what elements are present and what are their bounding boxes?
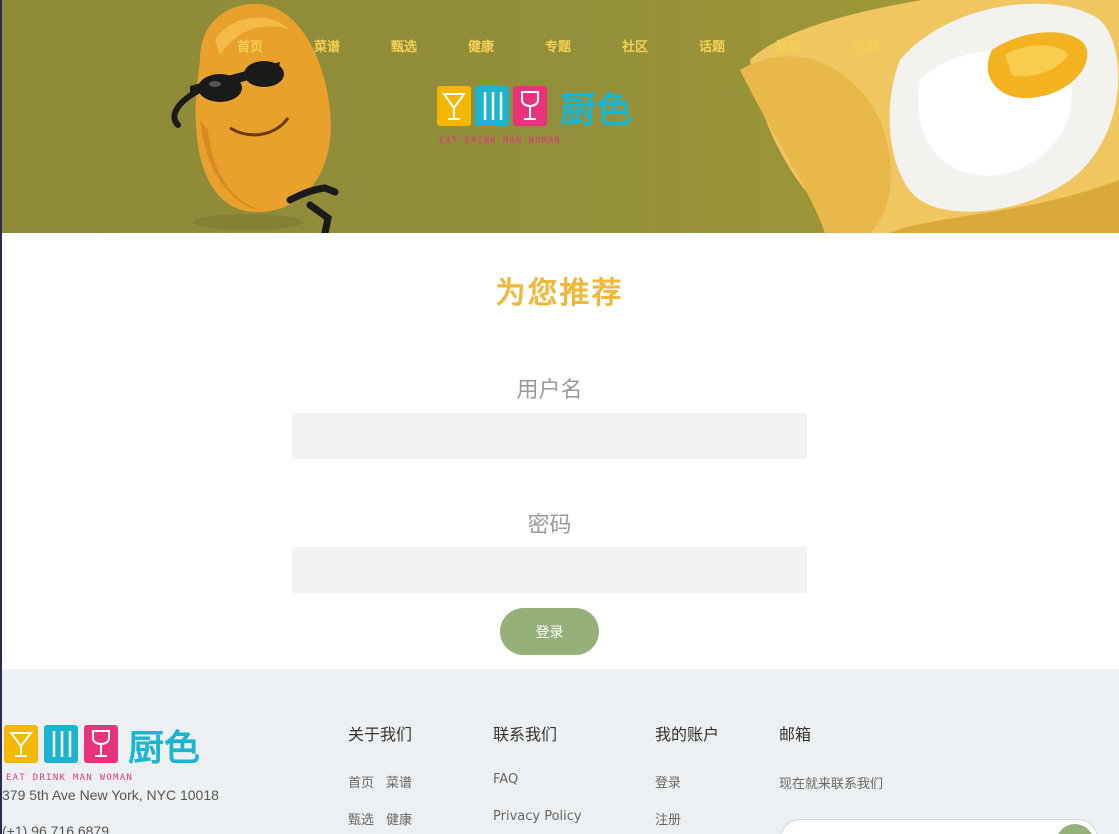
- footer-link-faq[interactable]: FAQ: [493, 772, 518, 787]
- nav-home[interactable]: 首页: [237, 36, 263, 55]
- cocktail-icon: [4, 725, 38, 763]
- login-submit-button[interactable]: 登录: [500, 608, 599, 655]
- page-left-border: [0, 0, 2, 834]
- svg-text:厨色: 厨色: [560, 90, 632, 131]
- username-label: 用户名: [516, 378, 583, 403]
- footer-account-heading: 我的账户: [655, 725, 720, 744]
- footer-link-health[interactable]: 健康: [386, 809, 412, 828]
- nav-topics[interactable]: 专题: [545, 36, 571, 55]
- svg-text:EAT DRINK MAN WOMAN: EAT DRINK MAN WOMAN: [439, 136, 561, 146]
- footer-email-input[interactable]: [780, 819, 1098, 834]
- svg-text:EAT DRINK MAN WOMAN: EAT DRINK MAN WOMAN: [6, 773, 133, 783]
- footer-link-register[interactable]: 注册: [655, 809, 681, 828]
- nav-recipes[interactable]: 菜谱: [314, 36, 340, 55]
- footer-link-privacy[interactable]: Privacy Policy: [493, 809, 582, 824]
- site-logo[interactable]: 厨色 EAT DRINK MAN WOMAN: [437, 86, 642, 146]
- footer-about-heading: 关于我们: [348, 725, 413, 744]
- nav-selection[interactable]: 甄选: [391, 36, 417, 55]
- nav-register[interactable]: 注册: [853, 36, 879, 55]
- footer-mail-subtext: 现在就来联系我们: [779, 777, 884, 792]
- footer-address: 379 5th Ave New York, NYC 10018: [2, 787, 219, 803]
- crepe-roll-image: [740, 0, 1119, 233]
- site-footer: 厨色 EAT DRINK MAN WOMAN 379 5th Ave New Y…: [0, 669, 1119, 834]
- username-input[interactable]: [292, 413, 807, 459]
- footer-link-selection[interactable]: 甄选: [348, 809, 374, 828]
- nav-community[interactable]: 社区: [622, 36, 648, 55]
- password-input[interactable]: [292, 547, 807, 593]
- footer-link-home[interactable]: 首页: [348, 772, 374, 791]
- footer-contact-heading: 联系我们: [493, 725, 558, 744]
- mango-mascot-image: [171, 3, 339, 233]
- nav-login[interactable]: 登录: [776, 36, 802, 55]
- footer-mail-heading: 邮箱: [779, 725, 812, 744]
- nav-health[interactable]: 健康: [468, 36, 494, 55]
- section-title: 为您推荐: [495, 276, 624, 311]
- footer-logo[interactable]: 厨色 EAT DRINK MAN WOMAN: [4, 725, 214, 783]
- footer-link-recipes[interactable]: 菜谱: [386, 772, 412, 791]
- svg-text:厨色: 厨色: [128, 728, 200, 769]
- top-nav: 首页 菜谱 甄选 健康 专题 社区 话题 登录 注册: [0, 36, 1119, 56]
- nav-discussions[interactable]: 话题: [699, 36, 725, 55]
- footer-link-login[interactable]: 登录: [655, 772, 681, 791]
- password-label: 密码: [527, 513, 572, 538]
- footer-phone: (+1) 96 716 6879: [2, 823, 110, 834]
- hero-banner: 首页 菜谱 甄选 健康 专题 社区 话题 登录 注册 厨色 EAT DRINK …: [0, 0, 1119, 233]
